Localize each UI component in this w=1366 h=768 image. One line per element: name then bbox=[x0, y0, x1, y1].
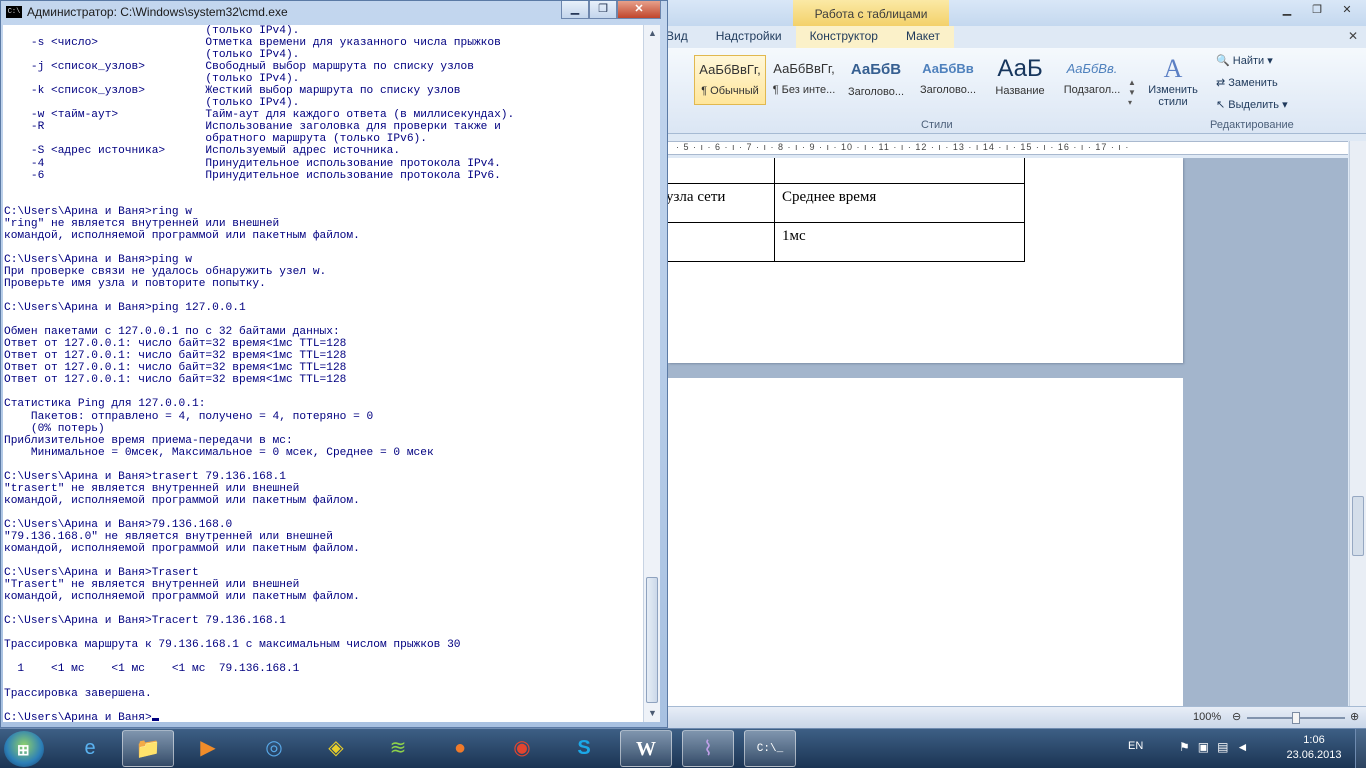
firefox-icon[interactable]: ● bbox=[434, 730, 486, 767]
table-cell[interactable] bbox=[774, 158, 1025, 184]
cmd-window-title: Администратор: C:\Windows\system32\cmd.e… bbox=[27, 5, 288, 19]
zoom-out-icon[interactable]: ⊖ bbox=[1232, 710, 1241, 723]
volume-icon[interactable]: ◄ bbox=[1236, 740, 1256, 754]
style-name: Название bbox=[995, 85, 1045, 97]
document-page bbox=[668, 378, 1183, 706]
skype-icon[interactable]: S bbox=[558, 730, 610, 767]
zoom-level[interactable]: 100% bbox=[1193, 711, 1221, 723]
tab-addins[interactable]: Надстройки bbox=[702, 26, 796, 48]
document-page: узла сети Среднее время 1мс bbox=[668, 158, 1183, 363]
start-button[interactable]: ⊞ bbox=[4, 731, 44, 767]
clock-time: 1:06 bbox=[1303, 734, 1325, 746]
table-cell[interactable]: узла сети bbox=[668, 183, 775, 223]
style-sample: АаБбВв. bbox=[1066, 61, 1118, 76]
document-area: узла сети Среднее время 1мс bbox=[668, 158, 1348, 706]
close-icon[interactable]: ✕ bbox=[617, 1, 661, 19]
styles-group-label: Стили bbox=[921, 119, 953, 131]
style-subtitle[interactable]: АаБбВв. Подзагол... bbox=[1056, 55, 1128, 105]
document-vertical-scrollbar[interactable] bbox=[1349, 141, 1366, 706]
style-sample: АаБбВ bbox=[850, 61, 902, 78]
explorer-icon[interactable]: 📁 bbox=[122, 730, 174, 767]
show-desktop-button[interactable] bbox=[1355, 729, 1366, 768]
style-name: Заголово... bbox=[847, 86, 905, 98]
text-cursor bbox=[151, 717, 159, 721]
chrome-icon[interactable]: ◉ bbox=[496, 730, 548, 767]
console-output[interactable]: (только IPv4). -s <число> Отметка времен… bbox=[3, 25, 643, 722]
style-name: ¶ Обычный bbox=[701, 85, 759, 97]
ribbon-tabs: Вид Надстройки Конструктор Макет bbox=[660, 26, 1366, 48]
scroll-up-icon[interactable]: ▲ bbox=[644, 25, 661, 42]
horizontal-ruler[interactable]: · 5 · ı · 6 · ı · 7 · ı · 8 · ı · 9 · ı … bbox=[668, 141, 1348, 155]
document-table: узла сети Среднее время 1мс bbox=[668, 158, 1025, 262]
style-title[interactable]: АаБ Название bbox=[984, 55, 1056, 105]
change-styles-icon: A bbox=[1163, 54, 1183, 83]
editing-group-label: Редактирование bbox=[1210, 119, 1294, 131]
style-normal[interactable]: АаБбВвГг, ¶ Обычный bbox=[694, 55, 766, 105]
minimize-icon[interactable]: ▁ bbox=[1274, 2, 1300, 18]
onenote-icon[interactable]: ⌇ bbox=[682, 730, 734, 767]
table-cell[interactable] bbox=[668, 158, 775, 184]
table-tools-tab-group: Работа с таблицами bbox=[793, 0, 949, 26]
styles-scroll-icon[interactable]: ▲ ▼ ▾ bbox=[1128, 78, 1136, 108]
tab-layout[interactable]: Макет bbox=[891, 26, 954, 48]
style-heading-1[interactable]: АаБбВ Заголово... bbox=[840, 55, 912, 105]
scroll-thumb[interactable] bbox=[646, 577, 658, 703]
clock[interactable]: 1:06 23.06.2013 bbox=[1280, 733, 1348, 763]
tray-icons: ⚑▣▤◄ bbox=[1179, 740, 1256, 754]
word-icon[interactable]: W bbox=[620, 730, 672, 767]
network-icon[interactable]: ◎ bbox=[248, 730, 300, 767]
find-button[interactable]: 🔍 Найти ▾ bbox=[1216, 54, 1273, 67]
style-sample: АаБбВвГг, bbox=[773, 61, 835, 76]
media-player-icon[interactable]: ▶ bbox=[182, 730, 234, 767]
table-cell[interactable]: 1мс bbox=[774, 222, 1025, 262]
style-sample: АаБ bbox=[997, 55, 1043, 82]
network-tray-icon[interactable]: ▤ bbox=[1217, 740, 1236, 754]
replace-label: Заменить bbox=[1228, 77, 1278, 89]
change-styles-button[interactable]: A Изменить стили bbox=[1145, 54, 1201, 108]
minimize-icon[interactable]: ▁ bbox=[561, 1, 589, 19]
change-styles-label: Изменить стили bbox=[1148, 84, 1198, 108]
tab-design[interactable]: Конструктор bbox=[795, 26, 892, 48]
zoom-in-icon[interactable]: ⊕ bbox=[1350, 710, 1359, 723]
style-sample: АаБбВв bbox=[922, 61, 974, 76]
select-button[interactable]: ↖ Выделить ▾ bbox=[1216, 98, 1288, 111]
settings-icon[interactable]: ▣ bbox=[1198, 740, 1217, 754]
style-sample: АаБбВвГг, bbox=[699, 62, 761, 77]
table-cell[interactable] bbox=[668, 222, 775, 262]
console-text: (только IPv4). -s <число> Отметка времен… bbox=[4, 25, 515, 700]
ribbon-close-icon[interactable]: ✕ bbox=[1348, 29, 1358, 43]
zoom-slider-thumb[interactable] bbox=[1292, 712, 1300, 724]
style-name: ¶ Без инте... bbox=[772, 84, 836, 96]
chrome-canary-icon[interactable]: ◈ bbox=[310, 730, 362, 767]
console-scrollbar[interactable]: ▲ ▼ bbox=[643, 25, 660, 722]
scroll-down-icon[interactable]: ▼ bbox=[644, 705, 661, 722]
style-no-spacing[interactable]: АаБбВвГг, ¶ Без инте... bbox=[768, 55, 840, 105]
maximize-icon[interactable]: ❐ bbox=[1304, 2, 1330, 18]
select-label: Выделить bbox=[1228, 99, 1280, 111]
cmd-icon[interactable]: C:\_ bbox=[744, 730, 796, 767]
windows-logo-icon: ⊞ bbox=[17, 742, 30, 759]
console-prompt: C:\Users\Арина и Ваня> bbox=[4, 711, 152, 722]
style-name: Заголово... bbox=[919, 84, 977, 96]
cmd-title-bar[interactable]: C:\ Администратор: C:\Windows\system32\c… bbox=[1, 1, 667, 23]
flag-icon[interactable]: ⚑ bbox=[1179, 740, 1198, 754]
find-label: Найти bbox=[1232, 55, 1265, 67]
maximize-icon[interactable]: ❐ bbox=[589, 1, 617, 19]
wifi-icon[interactable]: ≋ bbox=[372, 730, 424, 767]
style-heading-2[interactable]: АаБбВв Заголово... bbox=[912, 55, 984, 105]
close-icon[interactable]: ✕ bbox=[1334, 2, 1360, 18]
cmd-icon: C:\ bbox=[6, 6, 22, 18]
scroll-thumb[interactable] bbox=[1352, 496, 1364, 556]
clock-date: 23.06.2013 bbox=[1286, 749, 1342, 761]
replace-button[interactable]: ⇄ Заменить bbox=[1216, 76, 1278, 89]
language-indicator[interactable]: EN bbox=[1128, 740, 1143, 752]
table-cell[interactable]: Среднее время bbox=[774, 183, 1025, 223]
style-name: Подзагол... bbox=[1063, 84, 1121, 96]
cmd-window: C:\ Администратор: C:\Windows\system32\c… bbox=[0, 0, 668, 728]
ie-icon[interactable]: e bbox=[64, 730, 116, 767]
